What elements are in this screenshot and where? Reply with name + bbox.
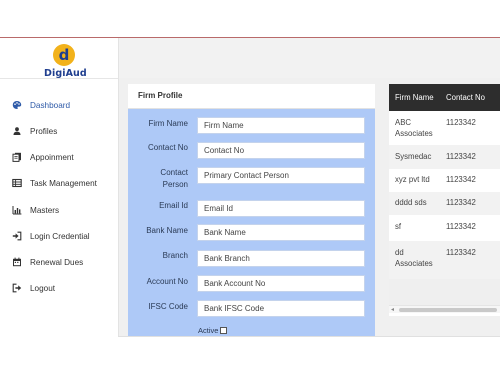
email-id-label: Email Id bbox=[159, 201, 188, 210]
sidebar-item-renewal-dues[interactable]: Renewal Dues bbox=[12, 254, 83, 270]
sidebar-item-label: Profiles bbox=[30, 126, 58, 136]
sidebar-item-dashboard[interactable]: Dashboard bbox=[12, 97, 70, 113]
cell-contact-no: 1123342 bbox=[446, 175, 476, 184]
table-row[interactable]: sf 1123342 bbox=[389, 215, 500, 241]
sidebar-item-label: Dashboard bbox=[30, 100, 71, 110]
document-icon bbox=[12, 152, 22, 162]
account-no-label: Account No bbox=[146, 277, 188, 286]
sign-in-icon bbox=[12, 231, 22, 241]
table-icon bbox=[12, 178, 22, 188]
cell-contact-no: 1123342 bbox=[446, 152, 476, 161]
sidebar-item-profiles[interactable]: Profiles bbox=[12, 123, 57, 139]
sidebar-item-label: Masters bbox=[30, 205, 60, 215]
table-header: Firm Name Contact No bbox=[389, 84, 500, 111]
cell-contact-no: 1123342 bbox=[446, 198, 476, 207]
email-id-input[interactable] bbox=[197, 200, 365, 217]
cell-contact-no: 1123342 bbox=[446, 248, 476, 257]
cell-firm-name: Sysmedac bbox=[395, 152, 432, 161]
sidebar-item-task-management[interactable]: Task Management bbox=[12, 175, 97, 191]
account-no-input[interactable] bbox=[197, 275, 365, 292]
sidebar-item-login-credential[interactable]: Login Credential bbox=[12, 228, 90, 244]
contact-person-input[interactable] bbox=[197, 167, 365, 184]
panel-title: Firm Profile bbox=[138, 91, 183, 100]
table-row[interactable]: xyz pvt ltd 1123342 bbox=[389, 169, 500, 192]
contact-person-label: Contact Person bbox=[160, 168, 188, 189]
column-header-firm-name[interactable]: Firm Name bbox=[395, 93, 434, 102]
branch-label: Branch bbox=[162, 251, 188, 260]
branch-input[interactable] bbox=[197, 250, 365, 267]
scrollbar-thumb[interactable] bbox=[399, 308, 497, 312]
logo-mark-icon: d bbox=[53, 44, 75, 66]
table-row[interactable]: dd Associates 1123342 bbox=[389, 241, 500, 279]
bank-name-label: Bank Name bbox=[146, 226, 188, 235]
column-header-contact-no[interactable]: Contact No bbox=[446, 93, 485, 102]
palette-icon bbox=[12, 100, 22, 110]
sidebar-divider bbox=[0, 78, 118, 79]
active-checkbox[interactable] bbox=[220, 327, 228, 334]
sign-out-icon bbox=[12, 283, 22, 293]
content-bottom-border bbox=[118, 336, 500, 337]
sidebar-item-label: Appoinment bbox=[30, 152, 74, 162]
firm-name-label: Firm Name bbox=[148, 119, 188, 128]
top-header bbox=[118, 38, 500, 78]
ifsc-code-input[interactable] bbox=[197, 300, 365, 317]
sidebar-item-appoinment[interactable]: Appoinment bbox=[12, 149, 74, 165]
sidebar-item-label: Renewal Dues bbox=[30, 257, 84, 267]
scroll-left-icon[interactable]: ◂ bbox=[391, 306, 394, 314]
table-horizontal-scrollbar[interactable]: ◂ bbox=[389, 305, 500, 313]
table-row[interactable]: Sysmedac 1123342 bbox=[389, 145, 500, 169]
user-icon bbox=[12, 126, 22, 136]
firm-profile-panel: Firm Profile Firm Name Contact No Contac… bbox=[128, 84, 375, 336]
cell-contact-no: 1123342 bbox=[446, 118, 476, 127]
firm-name-input[interactable] bbox=[197, 117, 365, 134]
cell-firm-name: sf bbox=[395, 222, 402, 231]
sidebar-item-logout[interactable]: Logout bbox=[12, 280, 55, 296]
cell-firm-name: xyz pvt ltd bbox=[395, 175, 430, 184]
bank-name-input[interactable] bbox=[197, 224, 365, 241]
contact-no-input[interactable] bbox=[197, 142, 365, 159]
cell-firm-name: dddd sds bbox=[395, 198, 427, 207]
active-label: Active bbox=[198, 326, 219, 335]
sidebar-item-label: Logout bbox=[30, 283, 56, 293]
cell-contact-no: 1123342 bbox=[446, 222, 476, 231]
calendar-icon bbox=[12, 257, 22, 267]
sidebar-item-label: Task Management bbox=[30, 178, 97, 188]
cell-firm-name: dd Associates bbox=[395, 248, 433, 268]
sidebar-item-label: Login Credential bbox=[30, 231, 90, 241]
table-row[interactable]: ABC Associates 1123342 bbox=[389, 111, 500, 145]
table-row[interactable]: dddd sds 1123342 bbox=[389, 192, 500, 215]
ifsc-code-label: IFSC Code bbox=[148, 302, 188, 311]
cell-firm-name: ABC Associates bbox=[395, 118, 433, 138]
sidebar-item-masters[interactable]: Masters bbox=[12, 202, 59, 218]
bar-chart-icon bbox=[12, 205, 22, 215]
contact-no-label: Contact No bbox=[147, 143, 188, 152]
active-toggle[interactable]: Active bbox=[198, 326, 228, 335]
